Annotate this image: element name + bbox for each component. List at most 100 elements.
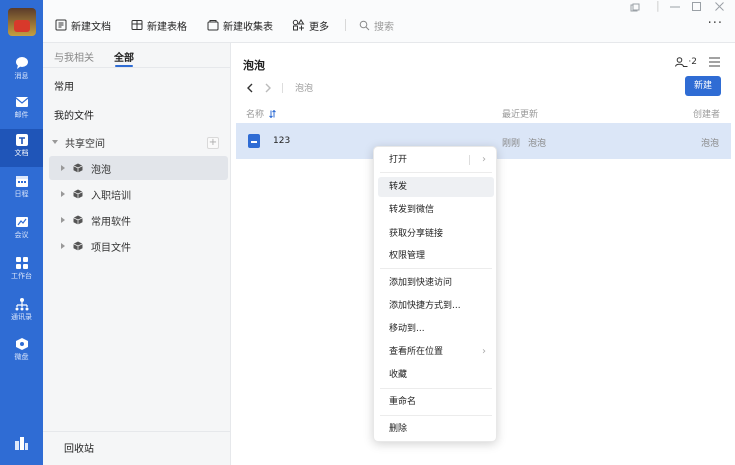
- menu-item-label: 查看所在位置: [389, 347, 444, 357]
- menu-item-view-location[interactable]: 查看所在位置 ›: [378, 342, 494, 362]
- nav-item-recycle-bin[interactable]: 回收站: [64, 440, 94, 455]
- shared-space-header[interactable]: 共享空间 +: [49, 135, 225, 153]
- more-label: 更多: [309, 21, 329, 33]
- chat-bubble-icon: [15, 57, 28, 69]
- space-cube-icon: [73, 241, 83, 251]
- overflow-menu-button[interactable]: ···: [708, 16, 723, 31]
- page-title: 泡泡: [243, 59, 265, 72]
- nav-divider: [43, 431, 230, 432]
- menu-item-label: 打开: [389, 155, 408, 165]
- back-arrow-icon[interactable]: [246, 83, 254, 93]
- breadcrumb-divider: [282, 82, 283, 93]
- chevron-right-icon: ›: [482, 154, 486, 165]
- close-icon[interactable]: [715, 2, 724, 11]
- members-icon: [675, 57, 688, 67]
- tab-related[interactable]: 与我相关: [54, 49, 94, 64]
- new-sheet-button[interactable]: 新建表格: [131, 18, 187, 33]
- rail-item-docs[interactable]: 文档: [0, 129, 43, 167]
- creator: 泡泡: [700, 139, 719, 149]
- space-label: 入职培训: [91, 190, 131, 202]
- menu-item-favorite[interactable]: 收藏: [378, 365, 494, 385]
- menu-item-add-shortcut[interactable]: 添加快捷方式到...: [378, 296, 494, 316]
- column-header-creator[interactable]: 创建者: [693, 107, 720, 120]
- new-button[interactable]: 新建: [685, 76, 721, 96]
- rail-label: 邮件: [14, 111, 29, 119]
- chevron-right-icon: [61, 165, 65, 171]
- menu-item-delete[interactable]: 删除: [378, 419, 494, 439]
- more-button[interactable]: 更多: [292, 18, 329, 33]
- logo-icon[interactable]: [14, 436, 29, 450]
- menu-item-quick-access[interactable]: 添加到快速访问: [378, 273, 494, 293]
- breadcrumb: 泡泡: [246, 81, 313, 94]
- space-cube-icon: [73, 215, 83, 225]
- window-divider: |: [656, 0, 660, 12]
- new-sheet-label: 新建表格: [147, 21, 187, 33]
- chevron-right-icon: [61, 243, 65, 249]
- apps-grid-icon: [15, 257, 28, 269]
- mail-icon: [15, 97, 28, 107]
- rail-item-drive[interactable]: 微盘: [0, 333, 43, 371]
- rail-item-messages[interactable]: 消息: [0, 52, 43, 90]
- nav-divider: [43, 67, 230, 68]
- menu-divider: [380, 172, 492, 173]
- menu-item-move-to[interactable]: 移动到...: [378, 319, 494, 339]
- pin-window-icon[interactable]: [630, 3, 640, 13]
- left-rail: 消息 邮件 文档 日程 会议 工作台 通讯录 微盘: [0, 0, 43, 465]
- user-avatar[interactable]: [8, 8, 36, 36]
- chevron-down-icon: [52, 140, 58, 144]
- search-icon: [359, 20, 370, 30]
- hamburger-menu-icon[interactable]: [709, 57, 720, 67]
- members-button[interactable]: ·2: [675, 57, 697, 67]
- new-doc-button[interactable]: 新建文档: [55, 18, 111, 33]
- menu-item-share-link[interactable]: 获取分享链接: [378, 224, 494, 244]
- file-nav-panel: 与我相关 全部 常用 我的文件 共享空间 + 泡泡 入职培训 常用软件 项目文件…: [43, 43, 231, 465]
- rail-item-meeting[interactable]: 会议: [0, 211, 43, 249]
- new-form-button[interactable]: 新建收集表: [207, 18, 273, 33]
- space-item-onboarding[interactable]: 入职培训: [49, 182, 228, 206]
- space-item-paopao[interactable]: 泡泡: [49, 156, 228, 180]
- document-icon: [55, 19, 67, 31]
- rail-label: 会议: [14, 231, 29, 239]
- menu-item-rename[interactable]: 重命名: [378, 392, 494, 412]
- search-input[interactable]: 搜索: [359, 18, 394, 33]
- breadcrumb-current[interactable]: 泡泡: [295, 81, 313, 94]
- menu-item-forward[interactable]: 转发: [378, 177, 494, 197]
- rail-label: 日程: [14, 190, 29, 198]
- rail-item-mail[interactable]: 邮件: [0, 91, 43, 129]
- menu-item-forward-wechat[interactable]: 转发到微信: [378, 200, 494, 220]
- column-header-updated[interactable]: 最近更新: [502, 107, 538, 120]
- drive-icon: [15, 338, 28, 350]
- space-label: 常用软件: [91, 216, 131, 228]
- nav-item-my-files[interactable]: 我的文件: [54, 107, 94, 122]
- menu-divider-vertical: [469, 155, 470, 165]
- rail-label: 微盘: [14, 353, 29, 361]
- tab-all[interactable]: 全部: [114, 49, 134, 67]
- doc-file-icon: [248, 134, 260, 148]
- more-shapes-icon: [292, 19, 305, 31]
- updated-time: 刚刚: [502, 139, 521, 149]
- menu-item-open[interactable]: 打开 ›: [378, 150, 494, 170]
- context-menu: 打开 › 转发 转发到微信 获取分享链接 权限管理 添加到快速访问 添加快捷方式…: [373, 146, 497, 442]
- rail-label: 文档: [14, 149, 29, 157]
- minimize-icon[interactable]: [670, 6, 680, 8]
- space-cube-icon: [73, 163, 83, 173]
- chevron-right-icon: [61, 217, 65, 223]
- chevron-right-icon: ›: [482, 346, 486, 357]
- shared-space-label: 共享空间: [65, 138, 105, 150]
- nav-item-common[interactable]: 常用: [54, 78, 74, 93]
- forward-arrow-icon[interactable]: [264, 83, 272, 93]
- menu-item-permissions[interactable]: 权限管理: [378, 246, 494, 266]
- maximize-icon[interactable]: [692, 2, 701, 11]
- rail-item-calendar[interactable]: 日程: [0, 170, 43, 208]
- space-item-software[interactable]: 常用软件: [49, 208, 228, 232]
- rail-item-contacts[interactable]: 通讯录: [0, 293, 43, 331]
- sort-icon: [269, 109, 276, 118]
- chevron-right-icon: [61, 191, 65, 197]
- space-label: 泡泡: [91, 164, 111, 176]
- rail-item-workbench[interactable]: 工作台: [0, 252, 43, 290]
- document-icon: [15, 134, 28, 146]
- add-space-button[interactable]: +: [207, 137, 219, 149]
- members-count: ·2: [688, 57, 697, 67]
- column-header-name[interactable]: 名称: [246, 107, 276, 120]
- space-item-projects[interactable]: 项目文件: [49, 234, 228, 258]
